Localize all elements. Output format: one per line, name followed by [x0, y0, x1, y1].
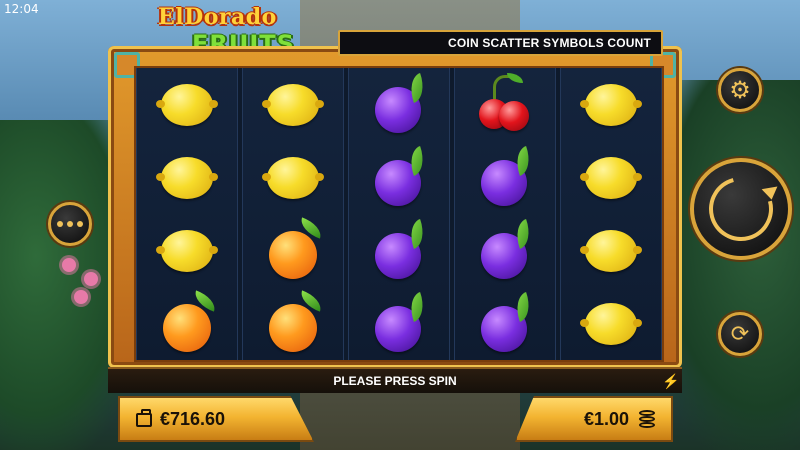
more-icon — [57, 221, 83, 227]
lemon-symbol — [579, 294, 643, 354]
autoplay-icon: ⟳ — [730, 321, 750, 346]
lemon-symbol — [155, 221, 219, 281]
lemon-symbol — [261, 148, 325, 208]
plum-symbol — [473, 145, 537, 208]
plum-symbol — [367, 291, 431, 354]
lemon-symbol — [579, 75, 643, 135]
reel-column-2 — [242, 68, 344, 360]
gear-icon: ⚙ — [729, 76, 751, 104]
orange-symbol — [261, 289, 325, 354]
settings-button[interactable]: ⚙ — [718, 68, 762, 112]
reel-column-1 — [136, 68, 238, 360]
plum-symbol — [367, 218, 431, 281]
lemon-symbol — [579, 148, 643, 208]
balance-panel: €716.60 — [118, 396, 314, 442]
spin-icon — [697, 165, 785, 253]
coins-icon — [639, 410, 657, 430]
bet-panel[interactable]: €1.00 — [515, 396, 673, 442]
plum-symbol — [473, 291, 537, 354]
autoplay-button[interactable]: ⟳ — [718, 312, 762, 356]
reel-column-5 — [560, 68, 662, 360]
lemon-symbol — [155, 148, 219, 208]
flower-decoration — [74, 290, 88, 304]
orange-symbol — [261, 216, 325, 281]
lemon-symbol — [579, 221, 643, 281]
wallet-icon — [136, 409, 152, 427]
reel-grid — [134, 66, 664, 362]
lemon-symbol — [155, 75, 219, 135]
balance-value: €716.60 — [160, 408, 226, 429]
orange-symbol — [155, 289, 219, 354]
turbo-icon[interactable]: ⚡ — [662, 373, 679, 389]
feature-banner-text: COIN SCATTER SYMBOLS COUNT — [448, 36, 651, 50]
spin-button[interactable] — [690, 158, 792, 260]
flower-decoration — [84, 272, 98, 286]
plum-symbol — [367, 145, 431, 208]
lemon-symbol — [261, 75, 325, 135]
logo-title: ElDorado — [158, 4, 277, 30]
cherry-symbol — [473, 72, 537, 135]
status-time: 12:04 — [4, 2, 39, 16]
reel-column-4 — [454, 68, 556, 360]
message-text: PLEASE PRESS SPIN — [333, 374, 457, 388]
reel-column-3 — [348, 68, 450, 360]
bet-value: €1.00 — [583, 408, 629, 429]
menu-button[interactable] — [48, 202, 92, 246]
plum-symbol — [367, 72, 431, 135]
message-bar: PLEASE PRESS SPIN ⚡ — [108, 367, 682, 393]
feature-banner: COIN SCATTER SYMBOLS COUNT — [338, 30, 663, 56]
plum-symbol — [473, 218, 537, 281]
flower-decoration — [62, 258, 76, 272]
